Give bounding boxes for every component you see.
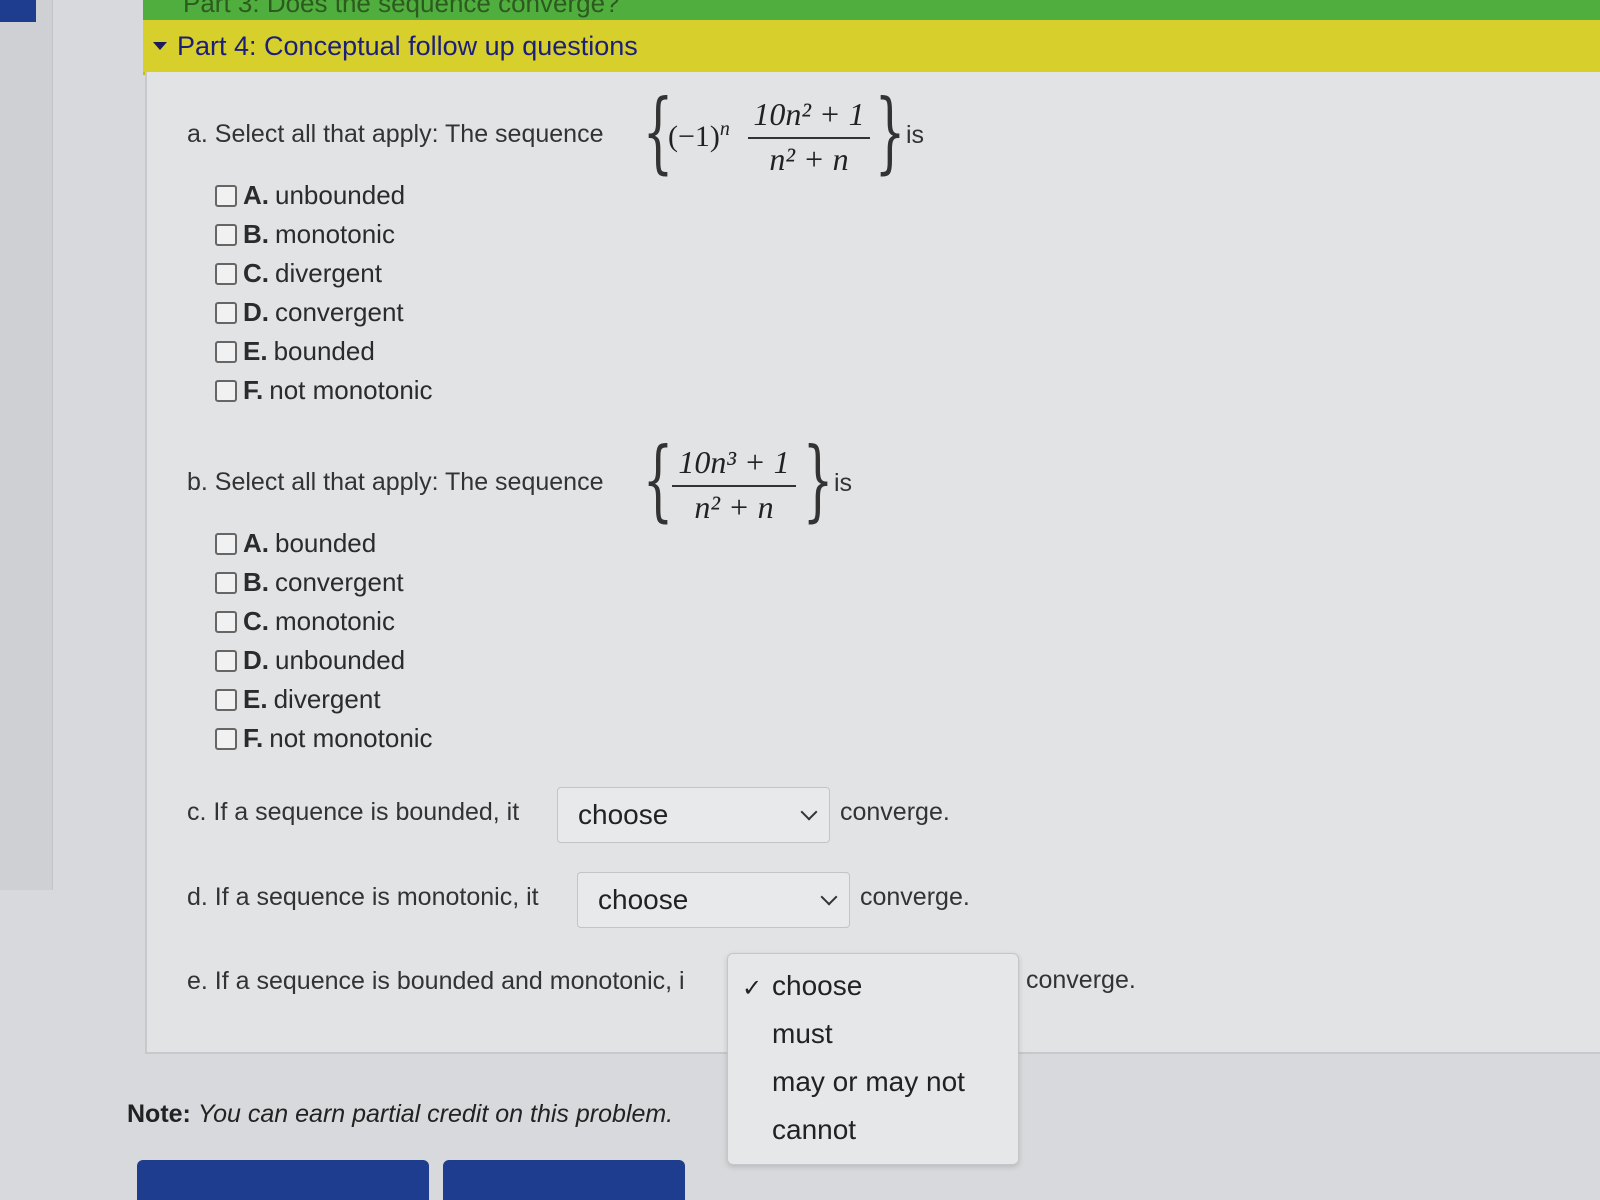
q-b-option[interactable]: C. monotonic <box>215 606 395 637</box>
right-brace-icon: } <box>802 428 834 531</box>
question-a-prompt: a. Select all that apply: The sequence <box>187 120 604 148</box>
secondary-button[interactable] <box>443 1160 685 1200</box>
checkbox[interactable] <box>215 571 237 594</box>
fraction-bar <box>748 137 870 139</box>
question-c-select[interactable]: choose <box>557 787 830 843</box>
checkbox[interactable] <box>215 340 237 363</box>
checkbox[interactable] <box>215 727 237 750</box>
checkbox[interactable] <box>215 649 237 672</box>
checkbox[interactable] <box>215 223 237 246</box>
partial-credit-note: Note: You can earn partial credit on thi… <box>127 1100 673 1129</box>
question-a-suffix: is <box>906 121 925 149</box>
checkbox[interactable] <box>215 184 237 207</box>
option-label: not monotonic <box>269 723 433 753</box>
option-label: monotonic <box>275 606 395 636</box>
question-e-dropdown-menu[interactable]: ✓ choose must may or may not cannot <box>727 953 1019 1165</box>
q-b-option[interactable]: B. convergent <box>215 567 404 598</box>
chevron-down-icon <box>800 803 818 821</box>
option-label: divergent <box>275 258 382 288</box>
option-label: unbounded <box>275 180 406 210</box>
option-label: convergent <box>275 567 404 597</box>
checkbox[interactable] <box>215 688 237 711</box>
q-b-option[interactable]: A. bounded <box>215 528 376 559</box>
formula-a-numerator: 10n² + 1 <box>753 96 865 132</box>
checkbox[interactable] <box>215 532 237 555</box>
formula-a-denominator: n² + n <box>769 141 849 177</box>
option-letter: E. <box>243 336 268 366</box>
dropdown-option-may-or-may-not[interactable]: may or may not <box>772 1066 965 1098</box>
previous-part-title: Part 3: Does the sequence converge? <box>183 0 620 18</box>
option-label: not monotonic <box>269 375 433 405</box>
q-b-option[interactable]: D. unbounded <box>215 645 405 676</box>
checkbox[interactable] <box>215 379 237 402</box>
caret-down-icon[interactable] <box>153 42 167 50</box>
formula-a-sign: (−1)n <box>668 118 730 153</box>
option-letter: F. <box>243 723 264 753</box>
option-letter: A. <box>243 180 269 210</box>
checkbox[interactable] <box>215 301 237 324</box>
option-label: divergent <box>273 684 381 714</box>
option-label: unbounded <box>275 645 406 675</box>
option-letter: E. <box>243 684 268 714</box>
q-a-option[interactable]: A. unbounded <box>215 180 405 211</box>
section-title: Part 4: Conceptual follow up questions <box>177 30 638 61</box>
option-letter: F. <box>243 375 264 405</box>
option-letter: C. <box>243 258 269 288</box>
fraction-bar <box>672 485 796 487</box>
question-d-suffix: converge. <box>860 883 970 911</box>
option-label: monotonic <box>275 219 395 249</box>
q-a-option[interactable]: F. not monotonic <box>215 375 433 406</box>
option-letter: A. <box>243 528 269 558</box>
formula-b-denominator: n² + n <box>694 489 774 525</box>
question-e-suffix: converge. <box>1026 966 1136 994</box>
question-e-prompt: e. If a sequence is bounded and monotoni… <box>187 967 685 995</box>
q-a-option[interactable]: B. monotonic <box>215 219 395 250</box>
option-letter: B. <box>243 219 269 249</box>
question-b-prompt: b. Select all that apply: The sequence <box>187 468 604 496</box>
question-d-prompt: d. If a sequence is monotonic, it <box>187 883 539 911</box>
option-letter: D. <box>243 645 269 675</box>
question-d-selected: choose <box>598 884 689 915</box>
q-a-option[interactable]: E. bounded <box>215 336 375 367</box>
checkmark-icon: ✓ <box>742 975 763 1002</box>
option-letter: B. <box>243 567 269 597</box>
option-letter: C. <box>243 606 269 636</box>
q-b-option[interactable]: E. divergent <box>215 684 381 715</box>
note-text: You can earn partial credit on this prob… <box>197 1100 674 1128</box>
right-brace-icon: } <box>874 80 906 183</box>
note-label: Note: <box>127 1100 191 1128</box>
q-a-option[interactable]: D. convergent <box>215 297 404 328</box>
checkbox[interactable] <box>215 610 237 633</box>
dropdown-option-must[interactable]: must <box>772 1018 833 1050</box>
question-c-suffix: converge. <box>840 798 950 826</box>
section-header[interactable]: Part 4: Conceptual follow up questions <box>143 20 1600 75</box>
q-b-option[interactable]: F. not monotonic <box>215 723 433 754</box>
left-brace-icon: { <box>642 428 674 531</box>
dropdown-option-choose[interactable]: choose <box>772 970 862 1002</box>
checkbox[interactable] <box>215 262 237 285</box>
left-sidebar-strip <box>0 0 53 890</box>
corner-tab <box>0 0 36 22</box>
question-c-prompt: c. If a sequence is bounded, it <box>187 798 520 826</box>
submit-button[interactable] <box>137 1160 429 1200</box>
option-label: bounded <box>275 528 377 558</box>
dropdown-option-cannot[interactable]: cannot <box>772 1114 856 1146</box>
question-b-suffix: is <box>834 469 853 497</box>
q-a-option[interactable]: C. divergent <box>215 258 382 289</box>
question-c-selected: choose <box>578 799 669 830</box>
formula-b-numerator: 10n³ + 1 <box>678 444 790 480</box>
option-label: bounded <box>273 336 375 366</box>
question-d-select[interactable]: choose <box>577 872 850 928</box>
previous-part-header[interactable]: Part 3: Does the sequence converge? <box>143 0 1600 20</box>
chevron-down-icon <box>820 888 838 906</box>
option-letter: D. <box>243 297 269 327</box>
option-label: convergent <box>275 297 404 327</box>
